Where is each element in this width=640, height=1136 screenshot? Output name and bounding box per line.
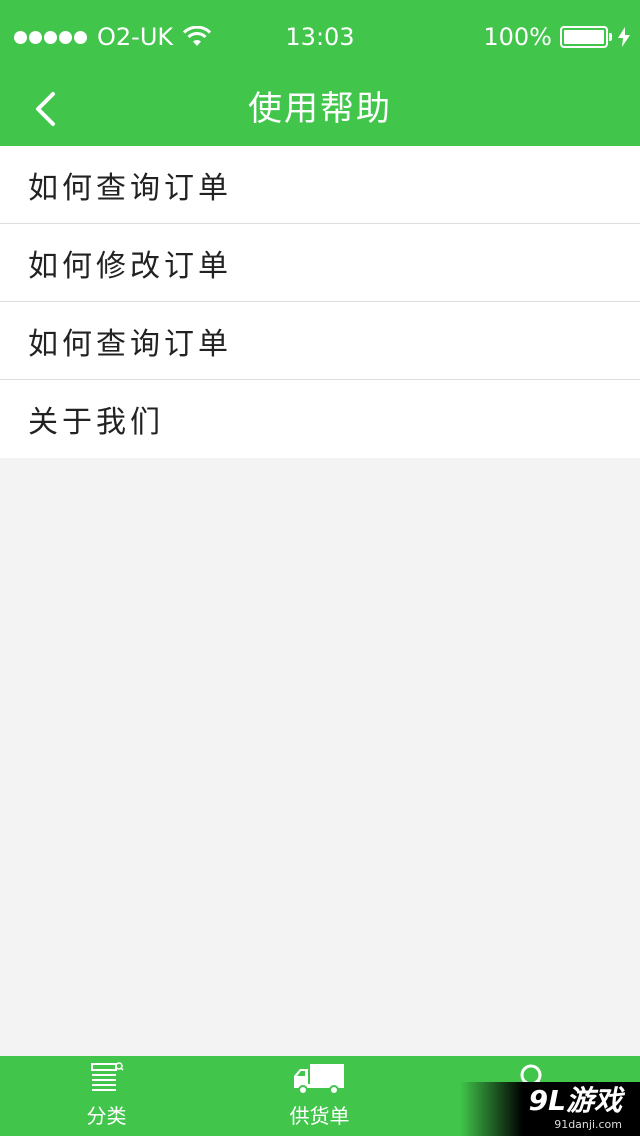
status-bar: O2-UK 13:03 100% [0,0,640,74]
watermark-url: 91danji.com [554,1118,622,1131]
tab-category[interactable]: 分类 [0,1056,213,1136]
header: O2-UK 13:03 100% 使用帮助 [0,0,640,146]
tab-supply-order[interactable]: 供货单 [213,1056,426,1136]
page-title: 使用帮助 [248,89,392,129]
navigation-bar: 使用帮助 [0,74,640,146]
battery-percent: 100% [483,23,552,51]
tab-label: 分类 [86,1104,127,1128]
truck-icon [293,1064,344,1095]
battery-icon [560,26,608,48]
watermark-logo: 9L游戏 [528,1084,622,1117]
status-right: 100% [483,22,630,52]
battery-tip [609,33,612,41]
charging-bolt-icon [618,27,630,47]
tab-label: 供货单 [289,1104,350,1128]
help-item-modify-order[interactable]: 如何修改订单 [0,224,640,302]
help-item-query-order[interactable]: 如何查询订单 [0,146,640,224]
watermark: 9L游戏 91danji.com [460,1082,640,1136]
help-item-about-us[interactable]: 关于我们 [0,380,640,458]
help-list: 如何查询订单 如何修改订单 如何查询订单 关于我们 [0,146,640,458]
category-list-icon [90,1062,124,1091]
help-item-query-order-2[interactable]: 如何查询订单 [0,302,640,380]
